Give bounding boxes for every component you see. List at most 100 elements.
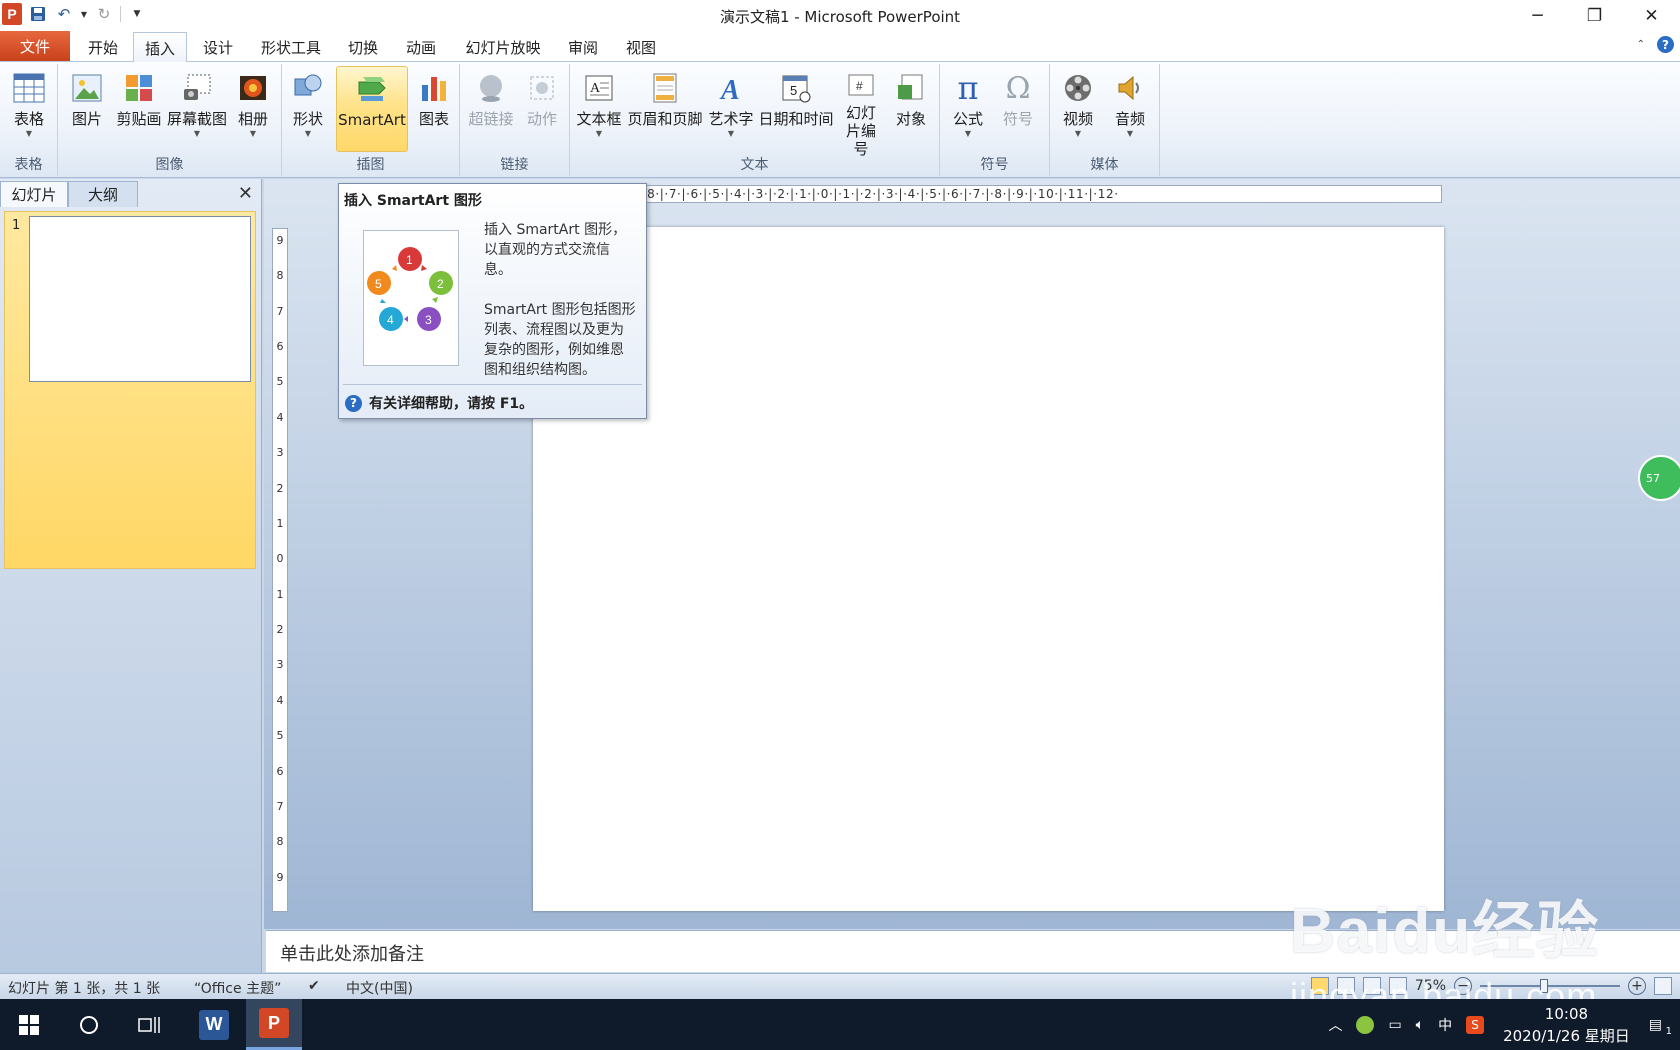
dropdown-arrow-icon: ▼: [304, 129, 312, 138]
spellcheck-icon[interactable]: ✔: [308, 978, 320, 994]
tab-transitions[interactable]: 切换: [340, 32, 386, 62]
table-label: 表格: [13, 110, 44, 128]
undo-icon[interactable]: ↶: [54, 4, 74, 24]
shapes-icon: [291, 70, 325, 106]
taskbar-powerpoint[interactable]: P: [246, 999, 302, 1050]
sogou-ime-icon[interactable]: S: [1459, 1015, 1491, 1034]
header-footer-label: 页眉和页脚: [627, 110, 703, 128]
slide-count-status: 幻灯片 第 1 张，共 1 张: [8, 981, 161, 997]
window-title: 演示文稿1 - Microsoft PowerPoint: [719, 8, 961, 26]
audio-button[interactable]: 音频 ▼: [1106, 66, 1154, 150]
language-status[interactable]: 中文(中国): [346, 978, 413, 998]
vertical-ruler-tick: 9: [276, 234, 284, 247]
tab-design[interactable]: 设计: [195, 32, 241, 62]
undo-dropdown-icon[interactable]: ▼: [80, 4, 88, 24]
clipart-label: 剪贴画: [116, 110, 162, 128]
slide-canvas[interactable]: [533, 227, 1444, 911]
date-time-button[interactable]: 5 日期和时间: [758, 66, 834, 150]
clipart-button[interactable]: 剪贴画: [114, 66, 164, 150]
hyperlink-button[interactable]: 超链接: [466, 66, 516, 150]
svg-text:A: A: [719, 75, 740, 103]
vertical-ruler: 9 8 7 6 5 4 3 2 1 0 1 2 3 4 5 6 7 8 9: [272, 228, 288, 912]
smartart-button[interactable]: SmartArt: [336, 66, 408, 152]
diagram-node-4: 4: [387, 313, 394, 327]
dropdown-arrow-icon: ▼: [249, 129, 257, 138]
search-icon[interactable]: [64, 999, 114, 1050]
help-icon[interactable]: ?: [1657, 36, 1674, 53]
slide-number-icon: #: [844, 70, 878, 100]
wordart-button[interactable]: A 艺术字 ▼: [706, 66, 756, 150]
tab-file[interactable]: 文件: [0, 31, 70, 61]
system-clock[interactable]: 10:08 2020/1/26 星期日: [1491, 1003, 1642, 1047]
group-label-text: 文本: [740, 157, 769, 173]
minimize-icon[interactable]: ─: [1509, 0, 1566, 32]
tab-slideshow[interactable]: 幻灯片放映: [459, 32, 547, 62]
tab-slides[interactable]: 幻灯片: [0, 181, 68, 207]
save-icon[interactable]: [28, 4, 48, 24]
tooltip-help: ? 有关详细帮助，请按 F1。: [345, 393, 533, 413]
zoom-in-icon[interactable]: +: [1628, 977, 1646, 995]
header-footer-icon: [648, 70, 682, 106]
picture-button[interactable]: 图片: [66, 66, 108, 150]
group-illustrations: 形状 ▼ SmartArt 图表 插图: [282, 64, 460, 176]
smartart-icon: [355, 71, 389, 107]
slide-number-button[interactable]: # 幻灯片编号: [836, 66, 886, 158]
start-icon[interactable]: [4, 999, 54, 1050]
volume-icon[interactable]: 🔈︎: [1409, 1017, 1431, 1033]
task-view-icon[interactable]: [124, 999, 174, 1050]
action-center-icon[interactable]: ▤ 1: [1642, 1017, 1680, 1037]
object-icon: [894, 70, 928, 106]
tray-expand-icon[interactable]: ︿: [1321, 1015, 1349, 1035]
shapes-button[interactable]: 形状 ▼: [288, 66, 328, 150]
table-button[interactable]: 表格 ▼: [4, 66, 54, 150]
group-label-symbols: 符号: [980, 157, 1009, 173]
collapse-ribbon-icon[interactable]: ⌃: [1637, 39, 1645, 50]
diagram-node-3: 3: [425, 313, 432, 327]
fit-to-window-icon[interactable]: [1654, 977, 1672, 995]
svg-text:5: 5: [790, 83, 797, 98]
slide-thumbnail-item[interactable]: 1: [4, 211, 256, 569]
horizontal-ruler: ·9·|·8·|·7·|·6·|·5·|·4·|·3·|·2·|·1·|·0·|…: [620, 185, 1442, 203]
action-button[interactable]: 动作: [520, 66, 564, 150]
slide-thumbnail[interactable]: [29, 216, 251, 382]
tab-home[interactable]: 开始: [80, 32, 126, 62]
screenshot-button[interactable]: 屏幕截图 ▼: [166, 66, 228, 150]
taskbar-word[interactable]: W: [186, 999, 242, 1050]
customize-icon[interactable]: ▼: [127, 4, 147, 24]
date-time-label: 日期和时间: [758, 110, 834, 128]
photo-album-button[interactable]: 相册 ▼: [230, 66, 276, 150]
tab-shape-tools[interactable]: 形状工具: [254, 32, 328, 62]
group-label-images: 图像: [155, 157, 184, 173]
equation-button[interactable]: π 公式 ▼: [946, 66, 990, 150]
title-bar: P ↶ ▼ ↻ ▼ 演示文稿1 - Microsoft PowerPoint ─…: [0, 0, 1680, 32]
object-button[interactable]: 对象: [888, 66, 934, 150]
picture-label: 图片: [71, 110, 102, 128]
close-panel-icon[interactable]: ✕: [238, 183, 253, 204]
tab-animations[interactable]: 动画: [398, 32, 444, 62]
restore-icon[interactable]: ❐: [1566, 0, 1623, 32]
redo-icon[interactable]: ↻: [94, 4, 114, 24]
video-button[interactable]: 视频 ▼: [1054, 66, 1102, 150]
header-footer-button[interactable]: 页眉和页脚: [627, 66, 703, 150]
floating-badge[interactable]: 57: [1638, 455, 1680, 501]
symbol-button[interactable]: Ω 符号: [996, 66, 1040, 150]
chart-button[interactable]: 图表: [414, 66, 454, 150]
ime-indicator[interactable]: 中: [1431, 1015, 1459, 1035]
object-label: 对象: [895, 110, 926, 128]
hyperlink-icon: [474, 70, 508, 106]
powerpoint-logo-icon[interactable]: P: [2, 3, 22, 25]
shapes-label: 形状: [292, 110, 323, 128]
textbox-button[interactable]: A 文本框 ▼: [574, 66, 624, 150]
theme-status[interactable]: “Office 主题”: [194, 978, 281, 998]
group-label-links: 链接: [500, 157, 529, 173]
tray-app-icon[interactable]: [1349, 1015, 1381, 1034]
tab-view[interactable]: 视图: [618, 32, 664, 62]
tab-outline[interactable]: 大纲: [68, 181, 138, 207]
vertical-ruler-tick: 4: [276, 693, 284, 707]
network-icon[interactable]: ▭: [1381, 1017, 1408, 1033]
tooltip-help-text: 有关详细帮助，请按 F1。: [369, 396, 534, 412]
tab-review[interactable]: 审阅: [560, 32, 606, 62]
tab-insert[interactable]: 插入: [133, 32, 187, 63]
close-icon[interactable]: ✕: [1623, 0, 1680, 32]
slide-thumbnail-number: 1: [12, 218, 21, 233]
